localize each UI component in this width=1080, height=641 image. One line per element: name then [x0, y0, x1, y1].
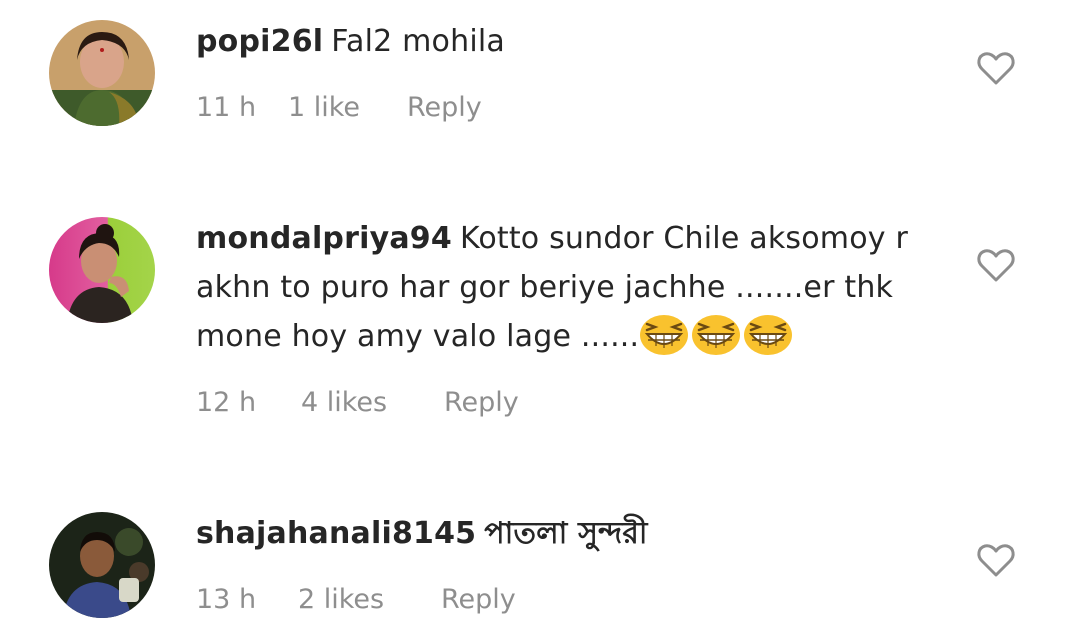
avatar[interactable] [49, 217, 155, 323]
comment-body: mondalpriya94 Kotto sundor Chile aksomoy … [196, 214, 916, 361]
heart-outline-icon[interactable] [976, 50, 1016, 86]
comment-meta: 13 h 2 likes Reply [196, 584, 516, 615]
comment-time: 12 h [196, 387, 257, 418]
comment-username[interactable]: shajahanali8145 [196, 516, 476, 551]
grinning-squinting-face-icon [692, 315, 741, 355]
comment-likes[interactable]: 4 likes [301, 387, 444, 418]
comment-meta: 11 h 1 like Reply [196, 92, 482, 123]
comment-time: 11 h [196, 92, 257, 123]
reply-button[interactable]: Reply [407, 92, 482, 123]
reply-button[interactable]: Reply [441, 584, 516, 615]
comment-body: popi26l Fal2 mohila [196, 17, 916, 66]
comment-likes[interactable]: 1 like [288, 92, 407, 123]
comment-body: shajahanali8145 পাতলা সুন্দরী [196, 509, 916, 558]
avatar[interactable] [49, 512, 155, 618]
comment-text: পাতলা সুন্দরী [484, 516, 648, 551]
comment-time: 13 h [196, 584, 257, 615]
comment-likes[interactable]: 2 likes [298, 584, 441, 615]
grinning-squinting-face-icon [744, 315, 793, 355]
avatar[interactable] [49, 20, 155, 126]
heart-outline-icon[interactable] [976, 542, 1016, 578]
reply-button[interactable]: Reply [444, 387, 519, 418]
comment-meta: 12 h 4 likes Reply [196, 387, 519, 418]
heart-outline-icon[interactable] [976, 247, 1016, 283]
grinning-squinting-face-icon [640, 315, 689, 355]
comment-text: Fal2 mohila [331, 24, 505, 59]
comment-username[interactable]: popi26l [196, 24, 323, 59]
comment-username[interactable]: mondalpriya94 [196, 221, 452, 256]
